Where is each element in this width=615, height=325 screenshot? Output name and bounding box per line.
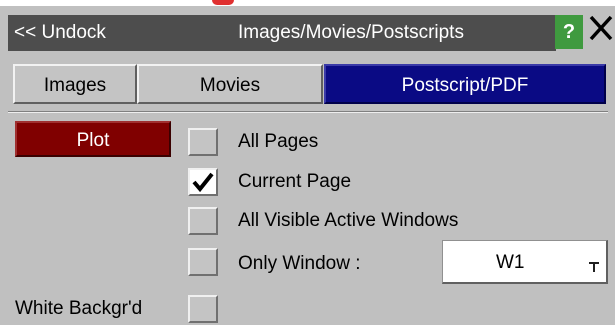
divider: [8, 111, 608, 113]
white-background-label: White Backgr'd: [15, 298, 143, 319]
only-window-checkbox[interactable]: [188, 248, 218, 276]
checkmark-icon: [192, 172, 214, 193]
dropdown-arrow-icon[interactable]: [587, 261, 601, 276]
window-title: Images/Movies/Postscripts: [238, 22, 464, 43]
undock-button[interactable]: << Undock: [14, 21, 106, 45]
close-icon-glyph: [589, 15, 613, 41]
top-strip: [0, 0, 615, 6]
plot-button[interactable]: Plot: [15, 121, 171, 157]
window-select-value: W1: [496, 252, 525, 273]
close-icon[interactable]: [586, 13, 615, 51]
heading-fragment: [212, 0, 234, 5]
all-pages-checkbox[interactable]: [188, 128, 218, 156]
dropdown-arrow-glyph: [589, 262, 599, 272]
tab-movies[interactable]: Movies: [137, 64, 323, 104]
current-page-label: Current Page: [238, 171, 352, 192]
tab-images[interactable]: Images: [13, 64, 137, 104]
window-select[interactable]: [442, 240, 608, 284]
all-visible-windows-label: All Visible Active Windows: [238, 210, 459, 231]
white-background-checkbox[interactable]: [188, 295, 218, 323]
only-window-label: Only Window :: [238, 253, 361, 274]
tab-postscript-pdf[interactable]: Postscript/PDF: [324, 64, 606, 104]
all-visible-windows-checkbox[interactable]: [188, 207, 218, 235]
current-page-checkbox[interactable]: [188, 168, 218, 196]
all-pages-label: All Pages: [238, 131, 319, 152]
help-button[interactable]: ?: [555, 15, 583, 49]
